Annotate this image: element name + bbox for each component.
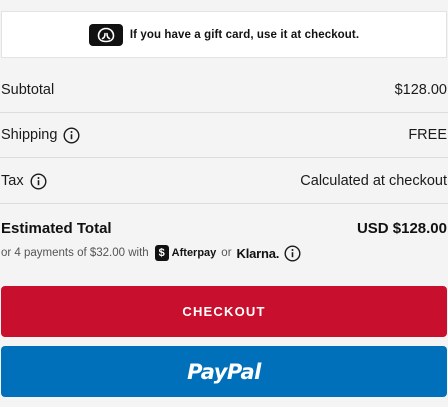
subtotal-row: Subtotal $128.00 <box>0 67 448 113</box>
shipping-info-icon[interactable] <box>63 126 80 144</box>
tax-value: Calculated at checkout <box>300 173 447 189</box>
shipping-value: FREE <box>408 127 447 143</box>
or-text: or <box>221 247 232 259</box>
installments-row: or 4 payments of $32.00 with $ Afterpay … <box>1 243 301 263</box>
tax-row: Tax Calculated at checkout <box>0 158 448 204</box>
klarna-label[interactable]: Klarna. <box>237 246 280 261</box>
afterpay-label: Afterpay <box>171 247 217 259</box>
estimated-total-value: USD $128.00 <box>356 219 447 237</box>
estimated-total-label: Estimated Total <box>1 219 112 237</box>
tax-info-icon[interactable] <box>30 172 47 190</box>
paypal-button[interactable]: PayPal <box>1 346 447 397</box>
installments-text: or 4 payments of $32.00 with <box>1 247 149 259</box>
subtotal-value: $128.00 <box>394 82 447 98</box>
divider <box>0 203 448 204</box>
lululemon-logo-icon <box>88 23 123 46</box>
estimated-total-row: Estimated Total USD $128.00 <box>0 216 448 240</box>
paypal-logo: PayPal <box>187 359 261 384</box>
subtotal-label: Subtotal <box>1 82 55 98</box>
afterpay-icon: $ <box>154 245 169 261</box>
gift-card-message: If you have a gift card, use it at check… <box>129 28 360 41</box>
shipping-label: Shipping <box>1 127 58 143</box>
installments-info-icon[interactable] <box>284 244 301 262</box>
shipping-row: Shipping FREE <box>0 112 448 158</box>
afterpay-link[interactable]: $ Afterpay <box>154 245 217 261</box>
checkout-button[interactable]: CHECKOUT <box>1 286 447 337</box>
tax-label: Tax <box>1 173 24 189</box>
gift-card-banner: If you have a gift card, use it at check… <box>1 11 447 58</box>
